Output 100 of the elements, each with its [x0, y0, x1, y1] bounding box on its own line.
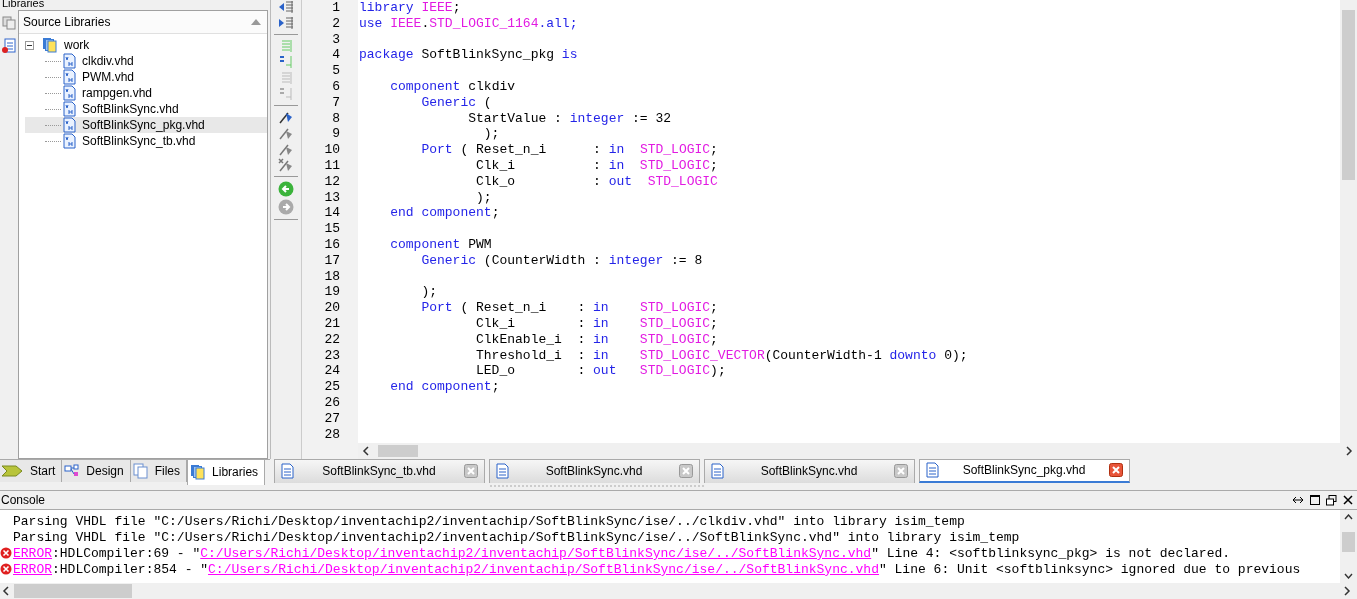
code-line: ClkEnable_i : in STD_LOGIC; — [475, 331, 718, 347]
line-number: 16 — [323, 236, 341, 253]
line-number: 20 — [323, 300, 341, 316]
scroll-right-icon[interactable] — [1343, 586, 1351, 597]
close-icon[interactable] — [1109, 463, 1123, 478]
flag-icon[interactable] — [278, 142, 294, 156]
line-number: 14 — [323, 205, 341, 222]
panel-tab[interactable]: Libraries — [187, 459, 266, 485]
console-line: Parsing VHDL file "C:/Users/Richi/Desktop/inventachip2/inventachip/SoftBlinkSync/ise/../clkdiv.vhd" into library isim_temp — [13, 513, 965, 529]
flag-icon[interactable] — [278, 126, 294, 140]
close-icon[interactable] — [1343, 495, 1353, 505]
panel-tab[interactable]: Start — [0, 459, 63, 482]
tree-header: Source Libraries — [19, 11, 267, 34]
code-line: Generic ( — [420, 94, 492, 110]
editor-tab[interactable]: SoftBlinkSync.vhd — [704, 458, 915, 483]
file-icon — [63, 101, 76, 117]
code-line: Generic (CounterWidth : integer := 8 — [420, 252, 703, 268]
file-icon — [63, 85, 76, 101]
file-icon — [63, 69, 76, 85]
tree-item[interactable]: SoftBlinkSync_pkg.vhd — [25, 117, 267, 133]
resize-icon[interactable] — [1292, 495, 1304, 505]
tree-item[interactable]: SoftBlinkSync_tb.vhd — [25, 133, 267, 149]
scroll-left-icon[interactable] — [362, 445, 370, 456]
line-number: 4 — [331, 47, 341, 64]
scroll-thumb[interactable] — [14, 584, 132, 599]
start-icon — [2, 463, 24, 478]
document-icon — [496, 463, 509, 480]
line-number: 13 — [323, 189, 341, 206]
restore-icon[interactable] — [1326, 494, 1337, 506]
scroll-thumb[interactable] — [1342, 532, 1355, 553]
editor-tab[interactable]: SoftBlinkSync_tb.vhd — [274, 458, 485, 483]
line-number: 18 — [323, 268, 341, 285]
line-number: 15 — [323, 221, 341, 237]
document-icon — [926, 462, 939, 479]
scroll-thumb[interactable] — [378, 444, 418, 457]
document-icon — [711, 463, 724, 480]
list-icon[interactable] — [2, 38, 16, 54]
tree-item[interactable]: SoftBlinkSync.vhd — [25, 101, 267, 117]
line-number: 1 — [331, 0, 341, 16]
scroll-up-icon[interactable] — [1344, 514, 1353, 521]
code-line: library IEEE; — [359, 0, 461, 15]
scroll-right-icon[interactable] — [1345, 445, 1353, 456]
code-line: end component; — [389, 379, 500, 395]
editor-tab[interactable]: SoftBlinkSync_pkg.vhd — [919, 458, 1130, 483]
code-line: ); — [475, 189, 492, 205]
back-icon[interactable] — [278, 181, 294, 197]
file-icon — [63, 53, 76, 69]
hierarchy-icon — [64, 463, 81, 478]
editor-tab[interactable]: SoftBlinkSync.vhd — [489, 458, 700, 483]
panel-title: Libraries — [2, 0, 45, 9]
code-line: component PWM — [389, 236, 492, 252]
panel-tab[interactable]: Files — [130, 459, 188, 482]
line-number: 10 — [323, 142, 341, 158]
console-line: Parsing VHDL file "C:/Users/Richi/Desktop/inventachip2/inventachip/SoftBlinkSync/ise/../SoftBlinkSync.vhd" into library isim_temp — [13, 529, 1020, 545]
code-line: LED_o : out STD_LOGIC); — [475, 363, 726, 379]
code-line: Port ( Reset_n_i : in STD_LOGIC; — [420, 300, 718, 316]
console-line: ERROR:HDLCompiler:69 - "C:/Users/Richi/Desktop/inventachip2/inventachip/SoftBlinkSync/ise/../SoftBlinkSync.vhd" Line 4: <softblinksync_pkg> is not declared. — [13, 545, 1231, 561]
flag-icon[interactable] — [278, 158, 294, 172]
code-line: Clk_o : out STD_LOGIC — [475, 173, 718, 189]
files-icon — [132, 462, 149, 479]
scroll-down-icon[interactable] — [1344, 573, 1353, 580]
vertical-scrollbar[interactable] — [1340, 510, 1357, 584]
line-number: 21 — [323, 315, 341, 332]
comment-icon[interactable] — [278, 55, 294, 69]
tree-item[interactable]: rampgen.vhd — [25, 85, 267, 101]
code-line: Clk_i : in STD_LOGIC; — [475, 157, 718, 173]
code-line: package SoftBlinkSync_pkg is — [359, 47, 578, 63]
line-number: 27 — [323, 410, 341, 427]
tree-item[interactable]: PWM.vhd — [25, 69, 267, 85]
scroll-left-icon[interactable] — [2, 586, 10, 597]
console-line: ERROR:HDLCompiler:854 - "C:/Users/Richi/Desktop/inventachip2/inventachip/SoftBlinkSync/ise/../SoftBlinkSync.vhd" Line 6: Unit <softblinksync> ignored due to previous — [13, 561, 1301, 577]
tree-item[interactable]: work — [25, 37, 267, 53]
outdent-icon[interactable] — [278, 16, 294, 30]
expander-icon[interactable] — [25, 40, 34, 50]
uncomment-icon[interactable] — [278, 87, 294, 101]
code-line: Threshold_i : in STD_LOGIC_VECTOR(CounterWidth-1 downto 0); — [475, 347, 968, 363]
indent-icon[interactable] — [278, 0, 294, 14]
line-number: 26 — [323, 394, 341, 411]
line-number: 8 — [331, 110, 341, 127]
maximize-icon[interactable] — [1310, 495, 1320, 505]
line-number: 24 — [323, 363, 341, 380]
copy-icon[interactable] — [2, 16, 16, 30]
bookmark-icon[interactable] — [278, 110, 294, 124]
line-number: 25 — [323, 379, 341, 395]
line-number: 3 — [331, 31, 341, 48]
panel-tab[interactable]: Design — [62, 459, 131, 482]
code-line: Port ( Reset_n_i : in STD_LOGIC; — [420, 142, 718, 158]
document-icon — [281, 463, 294, 480]
line-number: 7 — [331, 94, 341, 111]
console-title: Console — [1, 493, 46, 507]
library-icon — [42, 37, 58, 53]
line-number: 28 — [323, 426, 341, 443]
line-number: 19 — [323, 284, 341, 301]
collapse-icon[interactable] — [251, 19, 261, 25]
line-number: 17 — [323, 252, 341, 269]
scroll-thumb[interactable] — [1342, 10, 1355, 180]
file-icon — [63, 117, 76, 133]
code-line: StartValue : integer := 32 — [467, 110, 672, 126]
tree-item[interactable]: clkdiv.vhd — [25, 53, 267, 69]
forward-icon[interactable] — [278, 199, 294, 215]
